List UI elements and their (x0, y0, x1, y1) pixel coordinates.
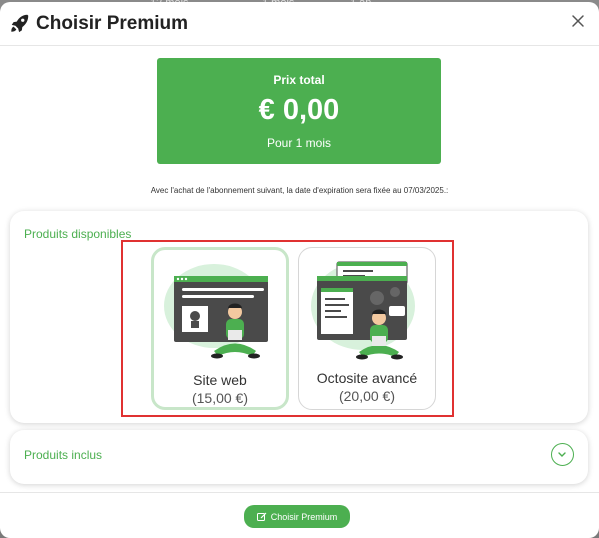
premium-modal: Choisir Premium Prix total € 0,00 Pour 1… (0, 2, 599, 538)
edit-icon (256, 512, 267, 521)
choose-premium-label: Choisir Premium (270, 511, 338, 522)
chevron-down-icon (558, 452, 566, 457)
modal-footer: Choisir Premium (0, 492, 599, 538)
total-price-panel: Prix total € 0,00 Pour 1 mois (157, 58, 441, 164)
close-icon[interactable] (571, 14, 585, 28)
available-products-title: Produits disponibles (24, 227, 132, 241)
rocket-icon (11, 14, 29, 33)
advanced-site-developer-illustration (311, 261, 415, 360)
available-products-card: Produits disponibles Site web (15,00 €) … (10, 211, 588, 423)
product-name: Octosite avancé (316, 370, 418, 386)
website-developer-illustration (164, 264, 268, 359)
expand-toggle-button[interactable] (551, 443, 574, 466)
product-price: (20,00 €) (338, 388, 396, 404)
modal-title: Choisir Premium (36, 13, 189, 34)
expiry-note: Avec l'achat de l'abonnement suivant, la… (150, 186, 449, 195)
product-card-site-web[interactable]: Site web (15,00 €) (151, 247, 289, 410)
price-period: Pour 1 mois (266, 136, 332, 150)
price-value: € 0,00 (258, 94, 340, 126)
product-card-octosite-avance[interactable]: Octosite avancé (20,00 €) (298, 247, 436, 410)
included-products-title: Produits inclus (24, 448, 103, 462)
price-label: Prix total (273, 73, 325, 87)
product-price: (15,00 €) (191, 390, 249, 406)
included-products-card[interactable]: Produits inclus (10, 430, 588, 484)
choose-premium-button[interactable]: Choisir Premium (244, 505, 350, 528)
modal-header: Choisir Premium (0, 2, 599, 46)
product-name: Site web (193, 372, 247, 388)
